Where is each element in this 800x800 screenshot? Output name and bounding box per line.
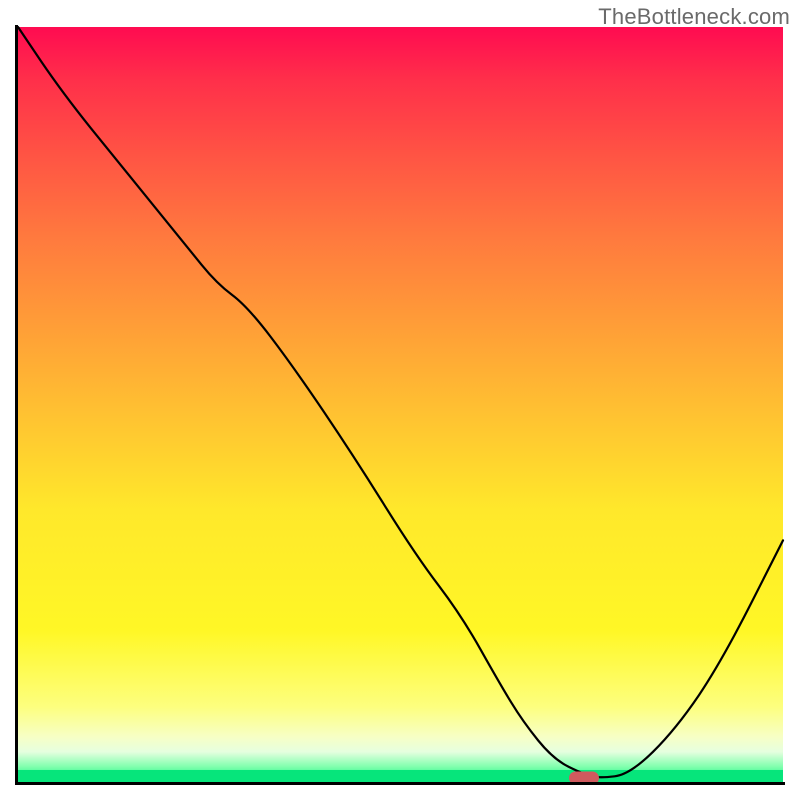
watermark-text: TheBottleneck.com [598,4,790,30]
x-axis-line [15,782,785,785]
bottleneck-curve [18,27,783,782]
chart-container: TheBottleneck.com [0,0,800,800]
plot-area [18,27,783,782]
optimal-marker-icon [569,772,599,785]
